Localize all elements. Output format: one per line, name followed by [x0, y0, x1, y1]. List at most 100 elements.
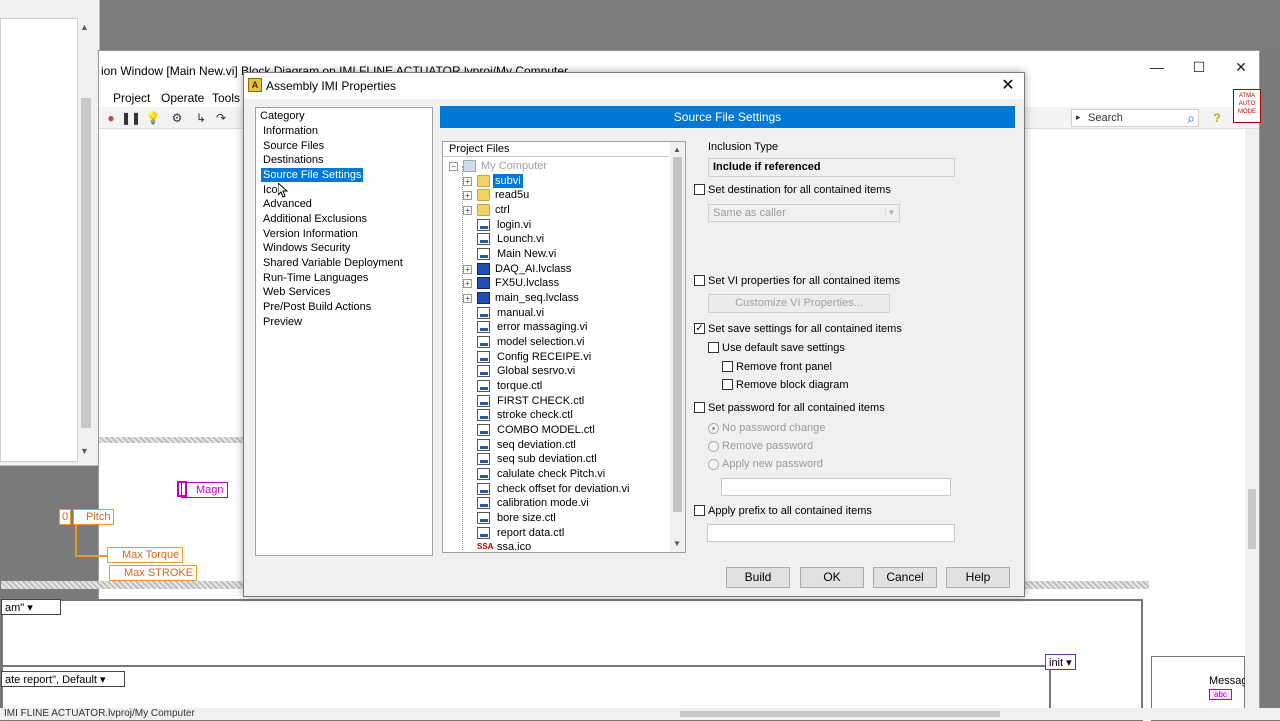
- set-save-settings-checkbox[interactable]: ✓: [694, 323, 705, 334]
- mouse-cursor-icon: [278, 183, 288, 198]
- set-vi-properties-checkbox[interactable]: [694, 275, 705, 286]
- cancel-button[interactable]: Cancel: [873, 567, 937, 588]
- menu-project[interactable]: Project: [113, 91, 150, 105]
- category-run-time-languages[interactable]: Run-Time Languages: [261, 271, 370, 285]
- expand-icon[interactable]: +: [463, 177, 472, 186]
- prefix-field[interactable]: [707, 524, 955, 542]
- expand-icon[interactable]: +: [463, 206, 472, 215]
- menu-operate[interactable]: Operate: [161, 91, 204, 105]
- wire: [75, 525, 77, 557]
- expand-icon[interactable]: +: [463, 294, 472, 303]
- vi-file-icon: [477, 233, 490, 245]
- new-password-field[interactable]: [721, 478, 951, 496]
- set-destination-checkbox[interactable]: [694, 184, 705, 195]
- abort-icon[interactable]: ●: [103, 110, 119, 126]
- scroll-down-icon[interactable]: ▼: [80, 446, 89, 456]
- category-preview[interactable]: Preview: [261, 315, 304, 329]
- category-information[interactable]: Information: [261, 124, 320, 138]
- apply-prefix-checkbox[interactable]: [694, 505, 705, 516]
- string-indicator: abc: [1209, 689, 1232, 700]
- customize-vi-properties-button[interactable]: Customize VI Properties...: [708, 294, 890, 313]
- destination-select[interactable]: Same as caller ▼: [708, 204, 900, 222]
- left-window-content: [0, 18, 78, 462]
- lvclass-icon: [477, 292, 490, 304]
- expand-icon[interactable]: +: [463, 265, 472, 274]
- vi-file-icon: [477, 483, 490, 495]
- category-destinations[interactable]: Destinations: [261, 153, 326, 167]
- category-advanced[interactable]: Advanced: [261, 197, 314, 211]
- menu-tools[interactable]: Tools: [212, 91, 240, 105]
- inner-case-selector[interactable]: ate report", Default ▾: [1, 671, 125, 687]
- category-list: Category Information Source Files Destin…: [255, 107, 433, 556]
- vi-file-icon: [477, 336, 490, 348]
- ctl-file-icon: [477, 512, 490, 524]
- chevron-down-icon: ▼: [885, 207, 897, 218]
- category-web-services[interactable]: Web Services: [261, 285, 333, 299]
- no-password-change-radio[interactable]: [708, 423, 719, 434]
- use-default-save-checkbox[interactable]: [708, 342, 719, 353]
- max-stroke-tag: Max STROKE: [109, 565, 198, 581]
- remove-password-label: Remove password: [722, 440, 814, 452]
- remove-password-radio[interactable]: [708, 441, 719, 452]
- remove-block-diagram-checkbox[interactable]: [722, 379, 733, 390]
- category-source-file-settings[interactable]: Source File Settings: [259, 167, 365, 183]
- tree-header: Project Files: [443, 142, 669, 157]
- set-vi-properties-label: Set VI properties for all contained item…: [708, 275, 900, 287]
- category-additional-exclusions[interactable]: Additional Exclusions: [261, 212, 369, 226]
- max-torque-tag: Max Torque: [107, 547, 184, 563]
- close-icon[interactable]: ✕: [1231, 59, 1251, 76]
- scrollbar-thumb[interactable]: [1248, 489, 1256, 549]
- remove-block-diagram-label: Remove block diagram: [736, 379, 849, 391]
- build-button[interactable]: Build: [726, 567, 790, 588]
- apply-new-password-radio[interactable]: [708, 459, 719, 470]
- init-enum: init ▾: [1045, 654, 1076, 670]
- minimize-icon[interactable]: —: [1147, 59, 1167, 75]
- category-source-files[interactable]: Source Files: [261, 139, 326, 153]
- inclusion-type-select[interactable]: Include if referenced: [708, 158, 955, 177]
- help-button[interactable]: Help: [946, 567, 1010, 588]
- category-version-information[interactable]: Version Information: [261, 227, 360, 241]
- pause-icon[interactable]: ❚❚: [121, 110, 141, 126]
- section-title: Source File Settings: [440, 106, 1015, 128]
- left-window-scrollbar[interactable]: [78, 18, 94, 462]
- status-bar: IMI FLINE ACTUATOR.lvproj/My Computer: [0, 708, 1280, 720]
- expand-icon[interactable]: +: [463, 191, 472, 200]
- maximize-icon[interactable]: ☐: [1189, 59, 1209, 76]
- folder-icon: [477, 189, 490, 201]
- ctl-file-icon: [477, 453, 490, 465]
- scroll-up-icon[interactable]: ▲: [673, 145, 681, 154]
- scrollbar-thumb[interactable]: [81, 98, 91, 428]
- diagram-scrollbar[interactable]: [1245, 129, 1259, 719]
- remove-front-panel-checkbox[interactable]: [722, 361, 733, 372]
- horizontal-scroll-thumb[interactable]: [680, 711, 1000, 717]
- retain-wire-values-icon[interactable]: ⚙: [169, 110, 185, 126]
- scroll-down-icon[interactable]: ▼: [673, 539, 681, 548]
- set-password-checkbox[interactable]: [694, 402, 705, 413]
- step-into-icon[interactable]: ↳: [193, 110, 209, 126]
- search-icon[interactable]: ⌕: [1183, 110, 1199, 126]
- set-destination-label: Set destination for all contained items: [708, 184, 891, 196]
- expand-icon[interactable]: +: [463, 279, 472, 288]
- collapse-icon[interactable]: −: [449, 162, 458, 171]
- ok-button[interactable]: OK: [800, 567, 864, 588]
- category-windows-security[interactable]: Windows Security: [261, 241, 352, 255]
- close-icon[interactable]: ✕: [998, 75, 1018, 95]
- scroll-up-icon[interactable]: ▲: [80, 22, 89, 32]
- no-password-change-label: No password change: [722, 422, 826, 434]
- vi-file-icon: [477, 321, 490, 333]
- remove-front-panel-label: Remove front panel: [736, 361, 832, 373]
- case-selector[interactable]: am" ▾: [1, 599, 61, 615]
- build-spec-icon: A: [248, 78, 262, 92]
- category-pre-post-build-actions[interactable]: Pre/Post Build Actions: [261, 300, 373, 314]
- vi-file-icon: [477, 219, 490, 231]
- scrollbar-thumb[interactable]: [673, 157, 682, 512]
- category-shared-variable-deployment[interactable]: Shared Variable Deployment: [261, 256, 405, 270]
- highlight-execution-icon[interactable]: 💡: [145, 110, 161, 126]
- use-default-save-label: Use default save settings: [722, 342, 845, 354]
- step-over-icon[interactable]: ↷: [213, 110, 229, 126]
- tree-scrollbar[interactable]: ▲ ▼: [670, 142, 685, 552]
- dialog-titlebar: A Assembly IMI Properties ✕: [244, 73, 1024, 99]
- search-input[interactable]: ▸ Search: [1071, 109, 1199, 127]
- help-icon[interactable]: ?: [1209, 110, 1225, 126]
- vi-icon-badge: ATMA AUTO MODE: [1233, 89, 1261, 123]
